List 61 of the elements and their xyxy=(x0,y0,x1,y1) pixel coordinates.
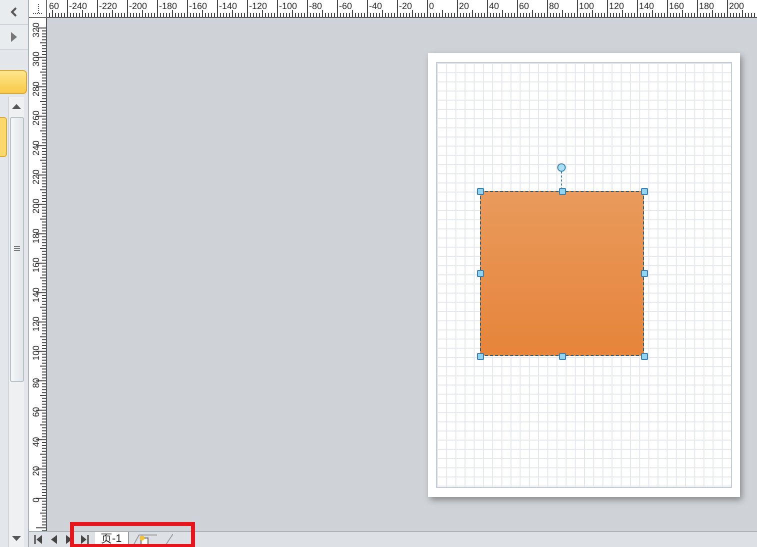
scroll-up-icon[interactable] xyxy=(12,104,21,109)
ruler-label: 0 xyxy=(429,1,434,11)
selection-handle[interactable] xyxy=(476,270,484,277)
selection-handle[interactable] xyxy=(640,188,648,194)
ruler-label: -120 xyxy=(249,1,268,11)
first-page-icon[interactable] xyxy=(34,535,42,544)
ruler-label: -240 xyxy=(69,1,88,11)
ruler-label: 60 xyxy=(519,1,530,11)
ruler-label: 120 xyxy=(609,1,624,11)
ruler-label: 160 xyxy=(669,1,684,11)
ruler-label: -80 xyxy=(309,1,322,11)
ruler-label: 100 xyxy=(31,344,41,363)
ruler-label: 200 xyxy=(31,198,41,216)
ruler-label: -180 xyxy=(159,1,178,11)
ruler-label: 20 xyxy=(459,1,470,11)
ruler-label: -160 xyxy=(189,1,208,11)
ruler-label: 300 xyxy=(31,50,41,69)
ruler-label: 20 xyxy=(31,465,41,478)
ruler-label: 200 xyxy=(729,1,744,11)
ruler-label: 180 xyxy=(31,227,41,246)
ruler-label: -140 xyxy=(219,1,238,11)
ruler-label: -100 xyxy=(279,1,298,11)
ruler-label: 220 xyxy=(31,168,41,187)
previous-page-icon[interactable] xyxy=(51,535,57,544)
ruler-label: 240 xyxy=(31,139,41,158)
ruler-label: 100 xyxy=(579,1,594,11)
ruler-label: 280 xyxy=(31,80,41,98)
selection-handle[interactable] xyxy=(558,188,566,194)
insert-page-icon[interactable] xyxy=(132,534,157,546)
expand-icon[interactable] xyxy=(11,32,17,42)
tab-divider-icon xyxy=(164,534,173,546)
last-page-icon[interactable] xyxy=(81,535,89,544)
ruler-label: 80 xyxy=(31,376,41,390)
ruler-label: 260 xyxy=(31,110,41,128)
ruler-label: -220 xyxy=(99,1,118,11)
rotation-handle[interactable] xyxy=(557,163,566,191)
ruler-label: 140 xyxy=(31,286,41,304)
ruler-label: -40 xyxy=(369,1,382,11)
scrollbar[interactable] xyxy=(8,97,24,547)
scroll-down-icon[interactable] xyxy=(12,536,21,541)
selection-handle[interactable] xyxy=(476,188,484,194)
ruler-label: -20 xyxy=(399,1,412,11)
ruler-label: 160 xyxy=(31,256,41,275)
next-page-icon[interactable] xyxy=(66,535,72,544)
ruler-label: 40 xyxy=(31,436,41,449)
ruler-label: 40 xyxy=(489,1,500,11)
ruler-label: 60 xyxy=(31,406,41,420)
ruler-label: 0 xyxy=(31,496,41,505)
ruler-label: -60 xyxy=(339,1,352,11)
ruler-label: 140 xyxy=(639,1,654,11)
ruler-label: -200 xyxy=(129,1,148,11)
origin-icon xyxy=(33,4,43,14)
selection-handle[interactable] xyxy=(476,352,484,360)
ruler-label: 180 xyxy=(699,1,714,11)
ruler-label: 60 xyxy=(49,1,60,11)
collapse-icon[interactable] xyxy=(10,7,18,17)
grip-icon xyxy=(14,246,20,251)
scroll-thumb[interactable] xyxy=(10,117,24,382)
ruler-label: 120 xyxy=(31,315,41,334)
ruler-label: 320 xyxy=(31,21,41,40)
ruler-label: 80 xyxy=(549,1,560,11)
